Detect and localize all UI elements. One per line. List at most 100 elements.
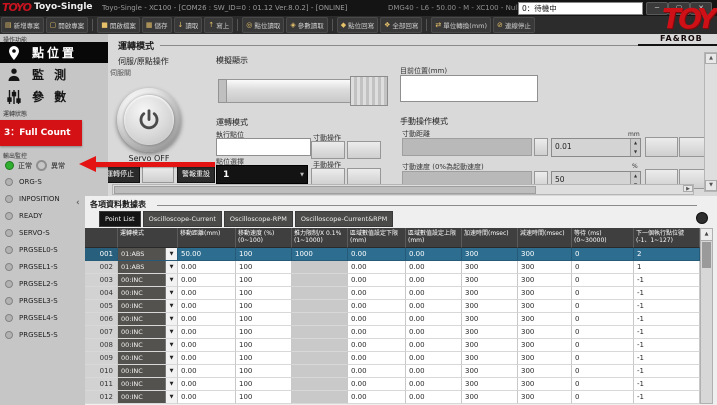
cell-dist[interactable]: 0.00 [178,274,236,287]
cell-speed[interactable]: 100 [236,352,292,365]
chevron-down-icon[interactable]: ▼ [165,326,177,338]
cell-dist[interactable]: 0.00 [178,352,236,365]
scrollbar-thumb[interactable] [114,186,536,194]
cell-acc[interactable]: 300 [462,339,518,352]
cell-dec[interactable]: 300 [518,352,572,365]
cell-thrust[interactable] [292,300,348,313]
cell-high[interactable]: 0.00 [406,326,462,339]
mode-select[interactable]: 00:INC [118,326,165,338]
cell-speed[interactable]: 100 [236,378,292,391]
tab-oscilloscope-current[interactable]: Oscilloscope-Current [143,211,222,227]
table-row[interactable]: 00600:INC▼0.001000.000.003003000-1 [85,313,700,326]
cell-wait[interactable]: 0 [572,248,634,261]
cell-low[interactable]: 0.00 [348,365,406,378]
cell-high[interactable]: 0.00 [406,300,462,313]
table-row[interactable]: 00101:ABS▼50.0010010000.000.0030030002 [85,248,700,261]
cell-thrust[interactable] [292,274,348,287]
table-row[interactable]: 00900:INC▼0.001000.000.003003000-1 [85,352,700,365]
table-row[interactable]: 00500:INC▼0.001000.000.003003000-1 [85,300,700,313]
cell-high[interactable]: 0.00 [406,365,462,378]
restore-button[interactable]: ▢ [668,2,690,15]
cell-dec[interactable]: 300 [518,248,572,261]
cell-low[interactable]: 0.00 [348,378,406,391]
jog-plus-button[interactable] [347,141,381,159]
cell-wait[interactable]: 0 [572,352,634,365]
chevron-down-icon[interactable]: ▼ [165,391,177,403]
cell-low[interactable]: 0.00 [348,248,406,261]
cell-high[interactable]: 0.00 [406,391,462,404]
chevron-down-icon[interactable]: ▼ [165,300,177,312]
jog-minus-button[interactable] [311,141,345,159]
cell-next[interactable]: -1 [634,365,700,378]
scroll-right-icon[interactable]: ▶ [683,185,693,192]
cell-low[interactable]: 0.00 [348,300,406,313]
mode-select[interactable]: 01:ABS [118,248,165,260]
jog-dist-button-2[interactable] [679,137,705,157]
cell-acc[interactable]: 300 [462,261,518,274]
cell-dec[interactable]: 300 [518,261,572,274]
cell-acc[interactable]: 300 [462,365,518,378]
cell-dec[interactable]: 300 [518,326,572,339]
toolbar-button-save[interactable]: ▦儲存 [142,17,172,33]
cell-wait[interactable]: 0 [572,287,634,300]
panel-vertical-scrollbar[interactable]: ▲ ▼ [704,52,717,192]
jog-dist-stepper[interactable]: 0.01 ▲▼ [551,138,641,157]
cell-next[interactable]: -1 [634,326,700,339]
cell-dist[interactable]: 0.00 [178,300,236,313]
table-row[interactable]: 00800:INC▼0.001000.000.003003000-1 [85,339,700,352]
cell-low[interactable]: 0.00 [348,274,406,287]
toolbar-button-open-file[interactable]: ■開啟檔案 [97,17,140,33]
cell-thrust[interactable] [292,378,348,391]
cell-low[interactable]: 0.00 [348,287,406,300]
cell-high[interactable]: 0.00 [406,339,462,352]
cell-thrust[interactable] [292,287,348,300]
cell-wait[interactable]: 0 [572,274,634,287]
cell-thrust[interactable] [292,326,348,339]
cell-high[interactable]: 0.00 [406,378,462,391]
cell-acc[interactable]: 300 [462,300,518,313]
cell-next[interactable]: 2 [634,248,700,261]
cell-next[interactable]: 1 [634,261,700,274]
cell-dist[interactable]: 0.00 [178,313,236,326]
cell-thrust[interactable]: 1000 [292,248,348,261]
toolbar-button-disconnect[interactable]: ⊘連線停止 [493,17,535,33]
table-row[interactable]: 01200:INC▼0.001000.000.003003000-1 [85,391,700,404]
cell-dec[interactable]: 300 [518,391,572,404]
cell-speed[interactable]: 100 [236,313,292,326]
cell-next[interactable]: -1 [634,352,700,365]
table-options-icon[interactable] [696,212,708,224]
cell-high[interactable]: 0.00 [406,313,462,326]
cell-acc[interactable]: 300 [462,287,518,300]
cell-dec[interactable]: 300 [518,365,572,378]
mode-select[interactable]: 00:INC [118,287,165,299]
cell-wait[interactable]: 0 [572,300,634,313]
cell-acc[interactable]: 300 [462,378,518,391]
scroll-down-icon[interactable]: ▼ [705,180,717,191]
mode-select[interactable]: 01:ABS [118,261,165,273]
cell-next[interactable]: -1 [634,287,700,300]
cell-next[interactable]: -1 [634,339,700,352]
cell-thrust[interactable] [292,391,348,404]
cell-low[interactable]: 0.00 [348,391,406,404]
sidebar-item-points[interactable]: 點位置 [0,42,108,63]
mode-select[interactable]: 00:INC [118,313,165,325]
chevron-down-icon[interactable]: ▼ [165,378,177,390]
cell-low[interactable]: 0.00 [348,313,406,326]
cell-high[interactable]: 0.00 [406,261,462,274]
alarm-reset-button[interactable]: 警報重設 [177,166,215,183]
jog-dist-mini-button[interactable] [534,138,548,156]
mode-select[interactable]: 00:INC [118,365,165,377]
tab-point-list[interactable]: Point List [99,211,141,227]
tab-oscilloscope-rpm[interactable]: Oscilloscope-RPM [224,211,293,227]
cell-next[interactable]: -1 [634,378,700,391]
toolbar-button-unit-convert[interactable]: ⇄單位轉換(mm) [431,17,491,33]
scroll-up-icon[interactable]: ▲ [705,53,717,64]
servo-power-button[interactable] [117,88,181,152]
cell-high[interactable]: 0.00 [406,248,462,261]
cell-dist[interactable]: 0.00 [178,378,236,391]
cell-speed[interactable]: 100 [236,274,292,287]
cell-thrust[interactable] [292,339,348,352]
cell-dec[interactable]: 300 [518,274,572,287]
cell-low[interactable]: 0.00 [348,339,406,352]
cell-next[interactable]: -1 [634,313,700,326]
